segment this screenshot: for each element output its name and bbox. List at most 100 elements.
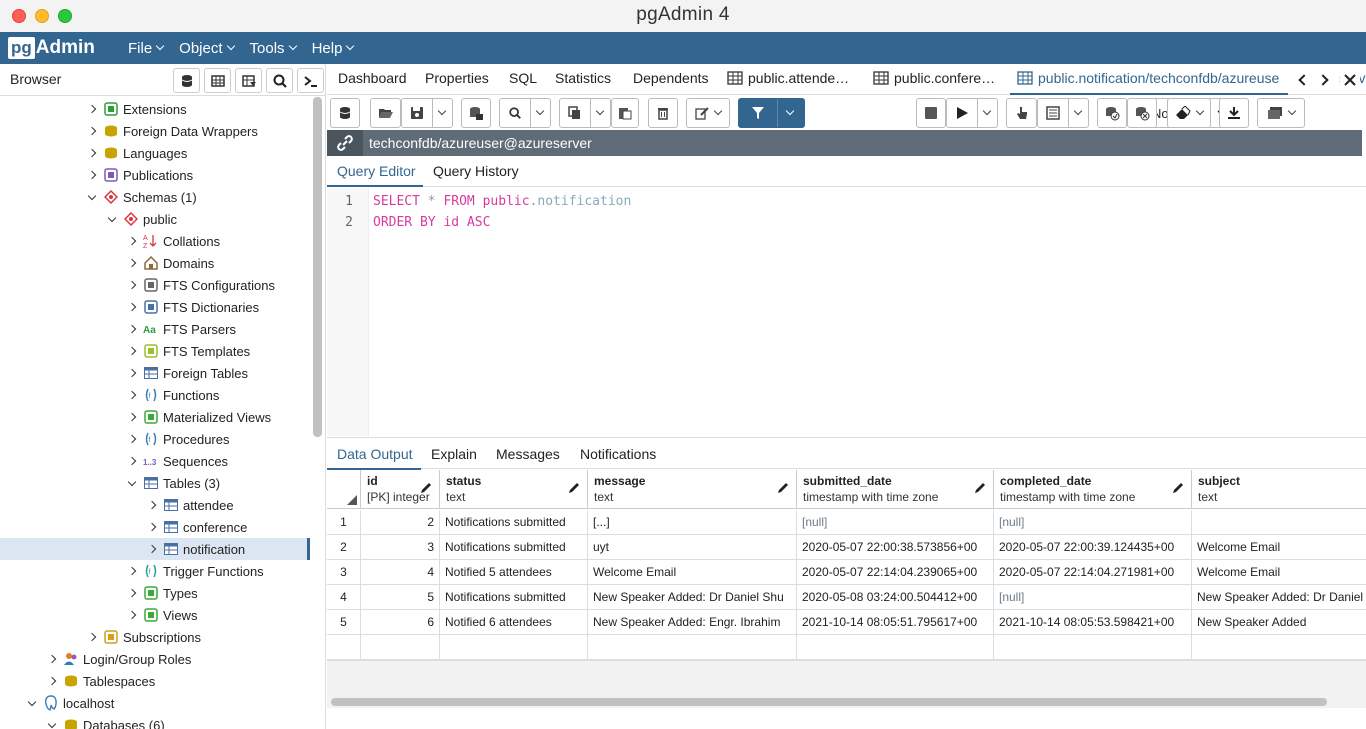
row-number[interactable]: 4: [327, 585, 361, 610]
chevron-down-icon[interactable]: [44, 717, 60, 729]
view-data-button[interactable]: [204, 68, 231, 93]
tree-item-tables-3[interactable]: Tables (3): [0, 472, 310, 494]
tab-scroll-left-button[interactable]: [1292, 70, 1312, 90]
connection-status-icon[interactable]: [327, 130, 363, 156]
grid-horizontal-scrollbar[interactable]: [331, 698, 1327, 706]
tree-item-schemas-1[interactable]: Schemas (1): [0, 186, 310, 208]
grid-cell-completed[interactable]: [null]: [994, 510, 1192, 535]
menu-help[interactable]: Help: [312, 40, 355, 57]
row-number[interactable]: 5: [327, 610, 361, 635]
delete-button[interactable]: [648, 98, 678, 128]
find-button[interactable]: [499, 98, 551, 128]
chevron-right-icon[interactable]: [124, 453, 140, 469]
tree-item-fts-dictionaries[interactable]: FTS Dictionaries: [0, 296, 310, 318]
tree-item-fts-parsers[interactable]: Aa FTS Parsers: [0, 318, 310, 340]
grid-cell-completed[interactable]: [null]: [994, 585, 1192, 610]
macros-button[interactable]: [1257, 98, 1305, 128]
chevron-right-icon[interactable]: [84, 167, 100, 183]
paste-button[interactable]: [611, 98, 639, 128]
grid-cell-submitted[interactable]: 2020-05-07 22:14:04.239065+00: [797, 560, 994, 585]
clear-button[interactable]: [1167, 98, 1211, 128]
search-objects-button[interactable]: [266, 68, 293, 93]
tab-notifications[interactable]: Notifications: [580, 446, 656, 462]
grid-cell-submitted[interactable]: 2020-05-07 22:00:38.573856+00: [797, 535, 994, 560]
filter-button[interactable]: [738, 98, 805, 128]
column-header-status[interactable]: status text: [440, 470, 588, 509]
grid-cell-status[interactable]: Notified 6 attendees: [440, 610, 588, 635]
column-header-subject[interactable]: subject text: [1192, 470, 1366, 509]
browser-scrollbar[interactable]: [313, 97, 322, 437]
grid-cell-subject[interactable]: [1192, 510, 1366, 535]
chevron-right-icon[interactable]: [124, 277, 140, 293]
chevron-right-icon[interactable]: [84, 145, 100, 161]
grid-cell-status[interactable]: Notifications submitted: [440, 510, 588, 535]
tree-item-foreign-tables[interactable]: Foreign Tables: [0, 362, 310, 384]
rollback-button[interactable]: [1127, 98, 1157, 128]
tab-data-output[interactable]: Data Output: [337, 446, 413, 462]
tree-item-procedures[interactable]: f Procedures: [0, 428, 310, 450]
chevron-right-icon[interactable]: [84, 123, 100, 139]
open-file-button[interactable]: [370, 98, 401, 128]
chevron-right-icon[interactable]: [144, 497, 160, 513]
grid-cell-empty[interactable]: [588, 635, 797, 660]
tree-item-fts-templates[interactable]: FTS Templates: [0, 340, 310, 362]
tree-item-extensions[interactable]: Extensions: [0, 98, 310, 120]
tab-explain[interactable]: Explain: [431, 446, 477, 462]
column-header-submitted-date[interactable]: submitted_date timestamp with time zone: [797, 470, 994, 509]
grid-cell-id[interactable]: 4: [361, 560, 440, 585]
chevron-down-icon[interactable]: [24, 695, 40, 711]
chevron-right-icon[interactable]: [44, 673, 60, 689]
chevron-right-icon[interactable]: [124, 233, 140, 249]
menu-file[interactable]: File: [128, 40, 165, 57]
tree-item-types[interactable]: Types: [0, 582, 310, 604]
row-number[interactable]: 1: [327, 510, 361, 535]
grid-cell-message[interactable]: uyt: [588, 535, 797, 560]
grid-cell-empty[interactable]: [440, 635, 588, 660]
grid-cell-status[interactable]: Notifications submitted: [440, 535, 588, 560]
chevron-right-icon[interactable]: [84, 101, 100, 117]
chevron-right-icon[interactable]: [84, 629, 100, 645]
tree-item-databases-6[interactable]: Databases (6): [0, 714, 310, 729]
tab-conference-data[interactable]: public.confere…: [873, 70, 995, 86]
tree-item-localhost[interactable]: localhost: [0, 692, 310, 714]
chevron-right-icon[interactable]: [124, 387, 140, 403]
tab-dashboard[interactable]: Dashboard: [338, 70, 407, 86]
grid-cell-id[interactable]: 6: [361, 610, 440, 635]
grid-cell-completed[interactable]: 2021-10-14 08:05:53.598421+00: [994, 610, 1192, 635]
tab-sql[interactable]: SQL: [509, 70, 537, 86]
psql-tool-button[interactable]: [297, 68, 324, 93]
chevron-down-icon[interactable]: [124, 475, 140, 491]
tree-item-attendee[interactable]: attendee: [0, 494, 310, 516]
close-tab-button[interactable]: [1340, 70, 1360, 90]
tree-item-public[interactable]: public: [0, 208, 310, 230]
chevron-right-icon[interactable]: [144, 541, 160, 557]
tree-item-publications[interactable]: Publications: [0, 164, 310, 186]
grid-cell-subject[interactable]: New Speaker Added: [1192, 610, 1366, 635]
grid-cell-subject[interactable]: Welcome Email: [1192, 535, 1366, 560]
grid-cell-completed[interactable]: 2020-05-07 22:14:04.271981+00: [994, 560, 1192, 585]
tab-query-history[interactable]: Query History: [433, 163, 519, 179]
chevron-right-icon[interactable]: [124, 585, 140, 601]
edit-button[interactable]: [686, 98, 730, 128]
tree-item-sequences[interactable]: 1..3 Sequences: [0, 450, 310, 472]
menu-tools[interactable]: Tools: [250, 40, 297, 57]
grid-cell-submitted[interactable]: 2021-10-14 08:05:51.795617+00: [797, 610, 994, 635]
grid-cell-status[interactable]: Notified 5 attendees: [440, 560, 588, 585]
grid-cell-empty[interactable]: [994, 635, 1192, 660]
grid-cell-status[interactable]: Notifications submitted: [440, 585, 588, 610]
tree-item-conference[interactable]: conference: [0, 516, 310, 538]
query-tool-button[interactable]: [330, 98, 360, 128]
grid-cell-empty[interactable]: [361, 635, 440, 660]
column-header-completed-date[interactable]: completed_date timestamp with time zone: [994, 470, 1192, 509]
tree-item-languages[interactable]: Languages: [0, 142, 310, 164]
chevron-right-icon[interactable]: [124, 255, 140, 271]
chevron-right-icon[interactable]: [124, 321, 140, 337]
column-header-id[interactable]: id [PK] integer: [361, 470, 440, 509]
grid-select-all[interactable]: [327, 470, 361, 509]
grid-cell-subject[interactable]: New Speaker Added: Dr Daniel S: [1192, 585, 1366, 610]
chevron-down-icon[interactable]: [84, 189, 100, 205]
chevron-right-icon[interactable]: [124, 607, 140, 623]
tab-notification-data[interactable]: public.notification/techconfdb/azureuse: [1017, 70, 1279, 86]
grid-cell-submitted[interactable]: [null]: [797, 510, 994, 535]
chevron-right-icon[interactable]: [124, 343, 140, 359]
